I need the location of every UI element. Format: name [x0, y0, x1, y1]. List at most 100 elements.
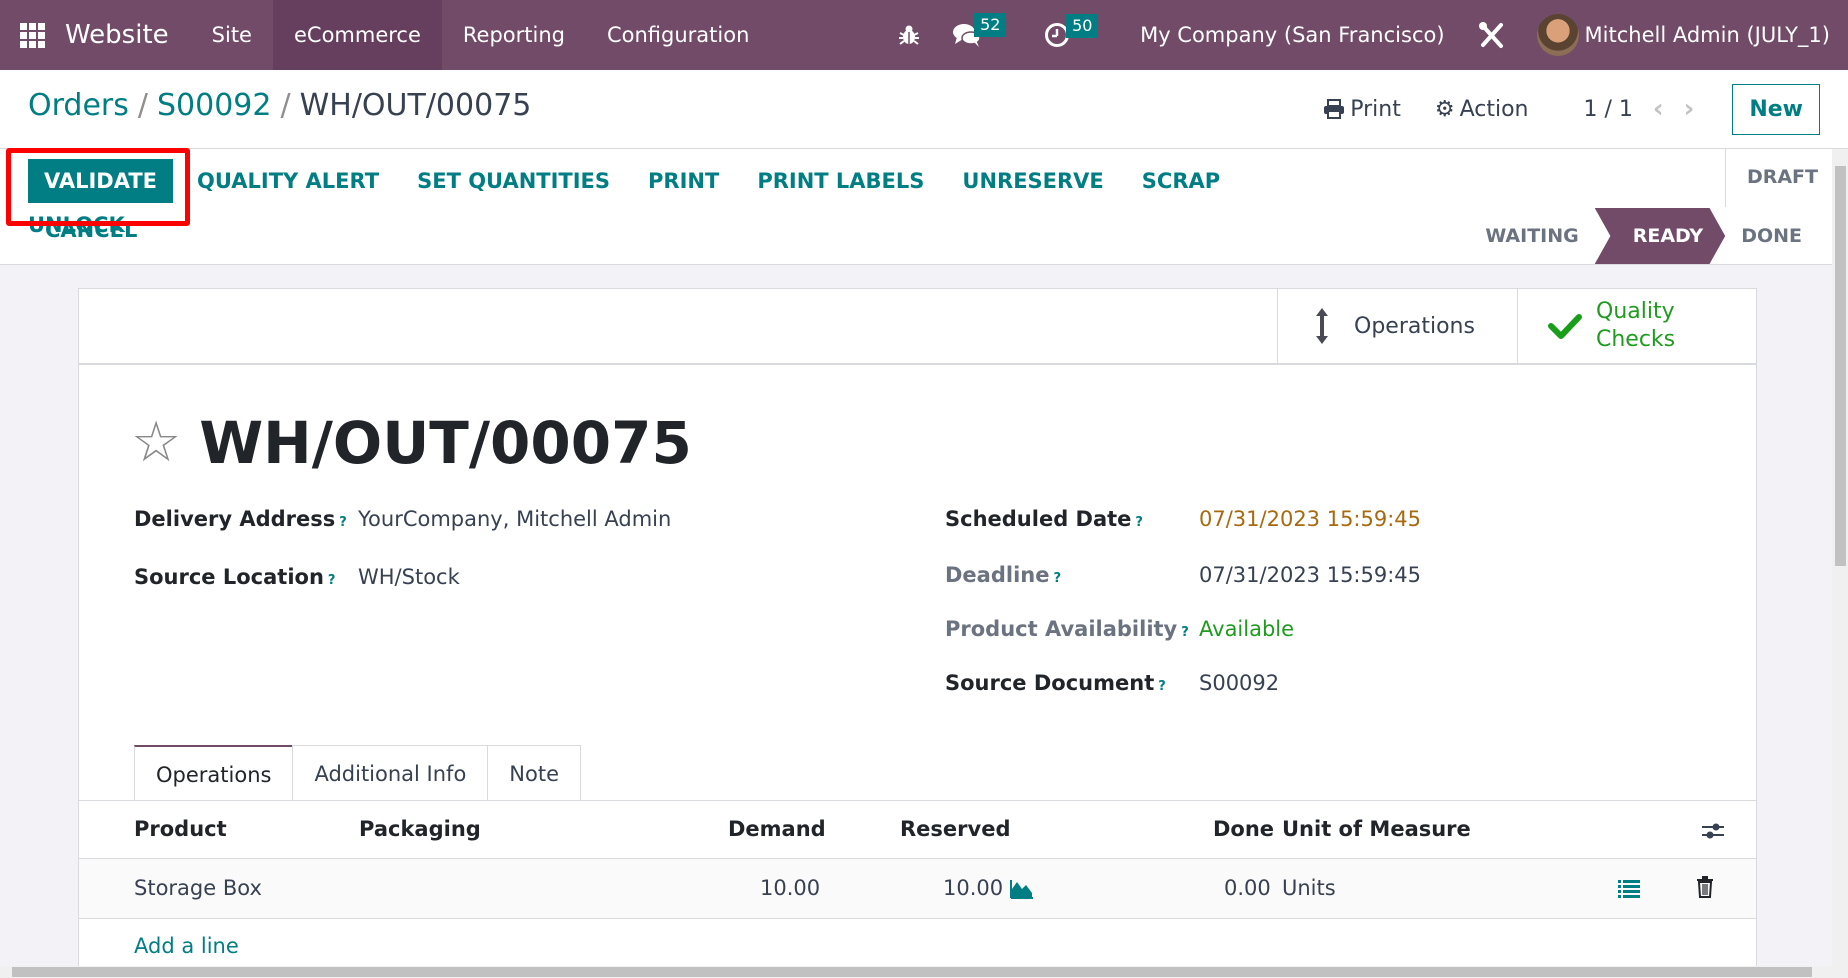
cell-demand[interactable]: 10.00	[760, 876, 820, 900]
user-menu[interactable]: Mitchell Admin (JULY_1)	[1585, 23, 1830, 47]
status-draft[interactable]: DRAFT	[1747, 166, 1818, 188]
new-button[interactable]: New	[1732, 83, 1820, 135]
messages-icon[interactable]: 52	[952, 13, 1007, 49]
help-tooltip-icon[interactable]: ?	[1053, 571, 1061, 586]
optional-columns-toggle-icon[interactable]	[1701, 821, 1725, 846]
cell-uom[interactable]: Units	[1282, 876, 1336, 900]
action-menu-button[interactable]: ⚙ Action	[1435, 97, 1529, 122]
delete-trash-icon[interactable]	[1696, 876, 1714, 903]
scrollbar-thumb[interactable]	[12, 967, 1812, 977]
tab-operations[interactable]: Operations	[134, 745, 294, 801]
smart-button-box: Operations Quality Checks	[79, 289, 1756, 365]
tab-note[interactable]: Note	[487, 745, 582, 801]
breadcrumb-sale-order[interactable]: S00092	[157, 88, 271, 123]
pager-value[interactable]: 1 / 1	[1583, 97, 1632, 122]
column-demand[interactable]: Demand	[728, 817, 826, 841]
operations-smart-button[interactable]: Operations	[1277, 289, 1517, 363]
tools-icon[interactable]	[1477, 20, 1507, 50]
column-product[interactable]: Product	[134, 817, 227, 841]
quality-checks-label-1: Quality	[1596, 299, 1675, 324]
breadcrumb-separator: /	[280, 88, 291, 123]
menu-ecommerce[interactable]: eCommerce	[272, 0, 442, 70]
unreserve-button[interactable]: UNRESERVE	[962, 159, 1103, 203]
user-avatar[interactable]	[1536, 14, 1579, 56]
forecast-chart-icon[interactable]	[1010, 879, 1034, 904]
delivery-address-value[interactable]: YourCompany, Mitchell Admin	[358, 507, 671, 531]
horizontal-scrollbar[interactable]	[0, 966, 1848, 978]
scheduled-date-value[interactable]: 07/31/2023 15:59:45	[1199, 507, 1421, 531]
app-name[interactable]: Website	[65, 20, 169, 50]
add-a-line-link[interactable]: Add a line	[134, 934, 239, 958]
action-label: Action	[1459, 96, 1529, 122]
activities-clock-icon[interactable]: 50	[1044, 14, 1099, 48]
print-button[interactable]: PRINT	[648, 159, 719, 203]
status-bar: WAITING READY DONE	[1469, 208, 1818, 264]
help-tooltip-icon[interactable]: ?	[1135, 515, 1143, 530]
scrap-button[interactable]: SCRAP	[1142, 159, 1220, 203]
quality-checks-label-2: Checks	[1596, 327, 1676, 352]
status-ready[interactable]: READY	[1594, 208, 1726, 264]
detailed-operations-list-icon[interactable]	[1618, 879, 1640, 904]
print-labels-button[interactable]: PRINT LABELS	[757, 159, 924, 203]
breadcrumb-orders[interactable]: Orders	[28, 88, 129, 123]
menu-configuration[interactable]: Configuration	[586, 0, 770, 70]
status-done[interactable]: DONE	[1725, 208, 1818, 264]
field-scheduled-date: Scheduled Date? 07/31/2023 15:59:45	[945, 507, 1421, 531]
column-unit-of-measure[interactable]: Unit of Measure	[1282, 817, 1471, 841]
scrollbar-thumb[interactable]	[1835, 166, 1846, 566]
cell-product[interactable]: Storage Box	[134, 876, 262, 900]
validate-button[interactable]: VALIDATE	[28, 159, 173, 203]
pager-previous-icon[interactable]: ‹	[1653, 94, 1664, 124]
field-label: Deadline	[945, 563, 1050, 587]
control-panel: Orders / S00092/WH/OUT/00075 Print ⚙ Actio…	[0, 70, 1848, 265]
help-tooltip-icon[interactable]: ?	[1181, 625, 1189, 640]
cell-reserved[interactable]: 10.00	[943, 876, 1003, 900]
product-availability-value: Available	[1199, 617, 1295, 641]
tab-additional-info[interactable]: Additional Info	[292, 745, 489, 801]
table-row[interactable]: Storage Box 10.00 10.00 0.00 Units	[79, 859, 1756, 919]
help-tooltip-icon[interactable]: ?	[328, 573, 336, 588]
messages-badge: 52	[974, 13, 1007, 37]
menu-site[interactable]: Site	[191, 0, 273, 70]
vertical-arrows-icon	[1316, 308, 1328, 344]
column-reserved[interactable]: Reserved	[900, 817, 1010, 841]
gear-icon: ⚙	[1434, 96, 1455, 122]
help-tooltip-icon[interactable]: ?	[339, 515, 347, 530]
cancel-button[interactable]: CANCEL	[45, 218, 137, 242]
record-title: WH/OUT/00075	[199, 409, 692, 477]
field-product-availability: Product Availability? Available	[945, 617, 1294, 641]
activities-badge: 50	[1066, 14, 1099, 38]
form-sheet: Operations Quality Checks ☆ WH/OUT/00075…	[78, 288, 1757, 966]
checkmark-icon	[1548, 314, 1582, 339]
app-menu-icon[interactable]	[20, 21, 48, 49]
vertical-scrollbar[interactable]	[1832, 149, 1848, 966]
deadline-value: 07/31/2023 15:59:45	[1199, 563, 1422, 587]
status-waiting[interactable]: WAITING	[1469, 208, 1594, 264]
menu-reporting[interactable]: Reporting	[442, 0, 586, 70]
top-navbar: Website Site eCommerce Reporting Configu…	[0, 0, 1848, 70]
operations-label: Operations	[1354, 313, 1475, 339]
field-label: Source Location	[134, 565, 324, 589]
divider	[0, 148, 1848, 149]
pager-next-icon[interactable]: ›	[1684, 94, 1695, 124]
breadcrumb: Orders / S00092/WH/OUT/00075	[28, 88, 531, 123]
quality-alert-button[interactable]: QUALITY ALERT	[197, 159, 379, 203]
breadcrumb-separator: /	[137, 88, 148, 123]
printer-icon	[1324, 99, 1345, 119]
set-quantities-button[interactable]: SET QUANTITIES	[417, 159, 610, 203]
print-menu-button[interactable]: Print	[1323, 97, 1401, 122]
column-packaging[interactable]: Packaging	[359, 817, 481, 841]
help-tooltip-icon[interactable]: ?	[1158, 679, 1166, 694]
action-toolbar: VALIDATE QUALITY ALERT SET QUANTITIES PR…	[28, 159, 1308, 247]
debug-bug-icon[interactable]	[898, 23, 920, 47]
field-source-document: Source Document? S00092	[945, 671, 1279, 695]
breadcrumb-current: WH/OUT/00075	[299, 88, 532, 123]
favorite-star-icon[interactable]: ☆	[131, 415, 181, 471]
quality-checks-smart-button[interactable]: Quality Checks	[1517, 289, 1756, 363]
cell-done[interactable]: 0.00	[1224, 876, 1271, 900]
source-document-value[interactable]: S00092	[1199, 671, 1279, 695]
company-switcher[interactable]: My Company (San Francisco)	[1140, 23, 1444, 47]
field-delivery-address: Delivery Address? YourCompany, Mitchell …	[134, 507, 671, 531]
column-done[interactable]: Done	[1213, 817, 1274, 841]
source-location-value[interactable]: WH/Stock	[358, 565, 460, 589]
